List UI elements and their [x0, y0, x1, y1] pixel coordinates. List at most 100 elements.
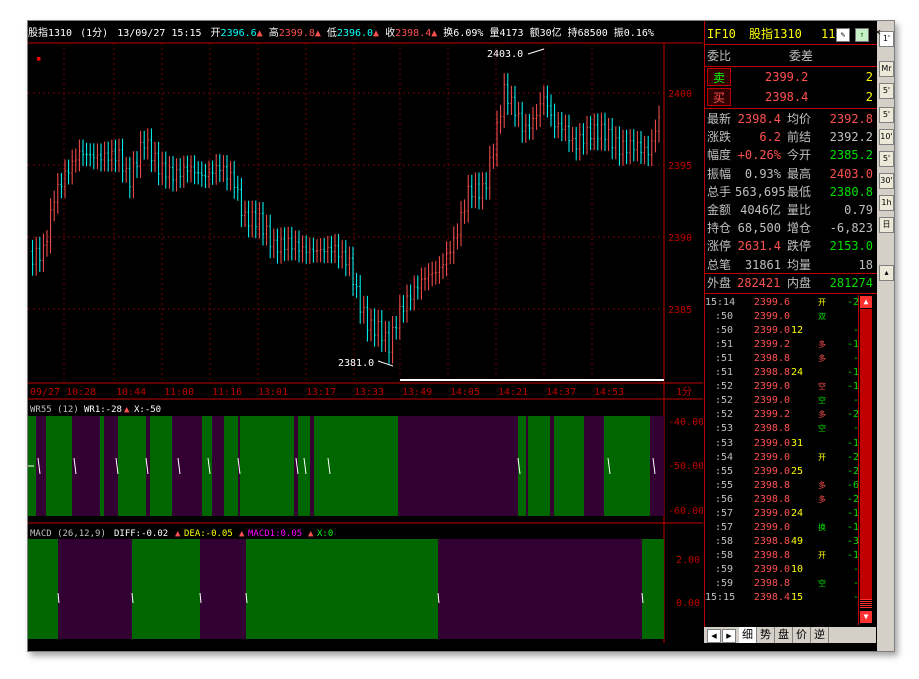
tab-book[interactable]: 盘	[775, 627, 793, 643]
macd-block	[28, 539, 58, 639]
stat-value: 2398.4	[737, 112, 781, 126]
sell-label: 卖	[707, 68, 731, 86]
stat-value: 0.93%	[744, 166, 781, 181]
period-button[interactable]: 10'	[879, 129, 894, 145]
macd-block	[642, 539, 664, 639]
wr-block	[46, 416, 72, 516]
tick-price: 2399.6	[753, 297, 790, 308]
stat-label: 涨停	[707, 239, 732, 254]
stat-value: +0.26%	[737, 148, 781, 163]
tick-type: 开	[818, 298, 826, 307]
period-button[interactable]: 1h	[879, 195, 894, 211]
stat-value: 563,695	[735, 184, 786, 199]
tick-row: 15:152398.415-5	[705, 591, 867, 605]
tick-volume: 10	[791, 563, 804, 575]
tick-time: :54	[714, 451, 733, 463]
wr-tick: -40.00	[668, 417, 703, 428]
macd-block	[58, 539, 132, 639]
tick-time: :52	[714, 381, 733, 393]
macd-block	[132, 539, 200, 639]
tick-price: 2399.0	[753, 521, 790, 533]
tick-time: :56	[714, 493, 733, 505]
stat-label: 振幅	[707, 166, 732, 181]
contract-name: 股指1310	[749, 27, 802, 41]
contract-code: IF10	[707, 27, 736, 41]
contract-num: 11	[821, 27, 836, 41]
period-button[interactable]: Mr	[879, 61, 894, 77]
stat-value: 2385.2	[829, 148, 873, 163]
toolbar-scroll-icon[interactable]: ▴	[879, 265, 894, 281]
time-tick: 13:17	[306, 387, 336, 398]
period-button[interactable]: 5'	[879, 83, 894, 99]
tab-reverse[interactable]: 逆	[811, 627, 829, 643]
wr-block	[616, 416, 650, 516]
macd-value: MACD1:0.05	[248, 529, 302, 539]
app-window: 股指1310 (1分) 13/09/27 15:15 开2396.6▲ 高239…	[27, 20, 895, 652]
tick-row: 15:14 2399.6 开 -28	[705, 296, 867, 310]
stat-label: 金额	[707, 203, 732, 217]
tick-type: 多	[818, 354, 826, 364]
wr-background	[28, 416, 664, 516]
tick-price: 2399.0	[753, 325, 790, 337]
tab-prev-icon[interactable]: ◀	[707, 629, 721, 643]
tick-row: :51 2398.8 24 -16	[705, 366, 867, 380]
close-icon[interactable]: ✕	[875, 28, 885, 38]
tick-time: :59	[714, 563, 733, 575]
macd-dea: DEA:-0.05	[184, 529, 233, 539]
tab-price[interactable]: 价	[793, 627, 811, 643]
period-button[interactable]: 30'	[879, 173, 894, 189]
tick-row: :55 2398.8 多 -68	[705, 479, 867, 493]
tick-price: 2399.0	[753, 465, 790, 477]
time-tick: 14:21	[498, 387, 528, 398]
wr-block	[150, 416, 172, 516]
stat-label: 均量	[787, 257, 812, 272]
tab-next-icon[interactable]: ▶	[722, 629, 736, 643]
wr-block	[550, 416, 554, 516]
tick-time: :58	[714, 549, 733, 561]
high-marker: 2403.0	[487, 49, 523, 60]
tick-time: 15:15	[705, 592, 736, 604]
tick-volume: 24	[791, 507, 804, 519]
period-button[interactable]: 日	[879, 217, 894, 233]
low-marker: 2381.0	[338, 358, 374, 369]
tick-price: 2399.0	[753, 437, 790, 449]
tab-detail[interactable]: 细	[739, 627, 757, 643]
wr-tick: -50.00	[668, 461, 703, 472]
stat-value: 6.2	[759, 130, 781, 145]
tab-trend[interactable]: 势	[757, 627, 775, 643]
tick-row: :52 2399.2 多 -23	[705, 408, 867, 422]
sell-row[interactable]: 卖 2399.2 2	[705, 68, 877, 86]
period-button[interactable]: 5'	[879, 107, 894, 123]
period-button[interactable]: 5'	[879, 151, 894, 167]
scroll-up-icon[interactable]: ▲	[860, 296, 872, 308]
outer-value: 282421	[737, 276, 781, 290]
stat-value: 0.79	[844, 203, 873, 217]
tick-time: 15:14	[705, 297, 736, 308]
tick-price: 2399.0	[753, 381, 790, 393]
tick-price: 2398.8	[753, 423, 790, 435]
macd-arrow: ▲	[308, 529, 314, 539]
macd-tick: 0.00	[676, 598, 700, 609]
tick-scrollbar[interactable]: ▲ ▼	[858, 295, 873, 625]
stat-label: 前结	[787, 130, 812, 145]
tick-row: :512398.8多-1	[705, 352, 867, 366]
wr-block	[298, 416, 310, 516]
wr-block	[240, 416, 294, 516]
tick-price: 2399.2	[753, 339, 790, 351]
period-tick: 1分	[676, 386, 692, 398]
pen-icon[interactable]: ✎	[836, 28, 850, 42]
scroll-thumb[interactable]	[860, 309, 872, 599]
tick-time: :52	[714, 409, 733, 421]
wr-block	[72, 416, 100, 516]
tick-volume: 15	[791, 592, 804, 604]
time-tick: 14:05	[450, 387, 480, 398]
buy-row[interactable]: 买 2398.4 2	[705, 88, 877, 106]
stat-value: 2631.4	[737, 239, 781, 254]
tick-time: :51	[714, 367, 733, 379]
chart-canvas[interactable]: ▪ 2403.0 2381.0 2400 2395 2390 2385 09/2…	[28, 21, 703, 643]
time-scrollbar[interactable]	[400, 379, 664, 381]
tick-time: :51	[714, 353, 733, 365]
scroll-down-icon[interactable]: ▼	[860, 611, 872, 623]
macd-title: MACD (26,12,9)	[30, 529, 106, 539]
up-icon[interactable]: ⇑	[855, 28, 869, 42]
